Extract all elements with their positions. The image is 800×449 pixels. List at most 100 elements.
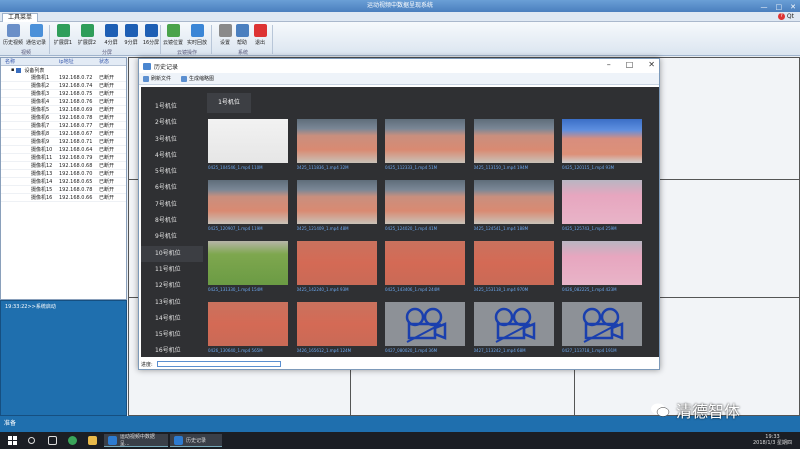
table-row[interactable]: 摄像机14 192.168.0.65 已断开	[1, 178, 126, 186]
table-row[interactable]: 摄像机13 192.168.0.70 已断开	[1, 170, 126, 178]
device-status: 已断开	[99, 91, 115, 97]
video-thumbnail[interactable]: 0425_112333_1.mp4 51M	[385, 119, 465, 170]
taskbar-clock[interactable]: 19:33 2018/1/3 星期四	[753, 434, 792, 446]
thumbnail-caption: 0427_113242_1.mp4 68M	[473, 348, 526, 353]
device-ip: 192.168.0.69	[59, 107, 93, 113]
device-status: 已断开	[99, 99, 115, 105]
table-row[interactable]: 摄像机16 192.168.0.66 已断开	[1, 194, 126, 202]
video-thumbnail[interactable]: 0425_142240_1.mp4 93M	[296, 241, 377, 292]
camera-item[interactable]: 13号机位	[141, 295, 203, 311]
device-name: 摄像机10	[31, 147, 53, 153]
dialog-close-icon[interactable]: ✕	[648, 60, 655, 69]
refresh-files-button[interactable]: 刷新文件	[143, 75, 171, 82]
table-row[interactable]: 摄像机7 192.168.0.77 已断开	[1, 122, 126, 130]
ribbon-button-label: 通信记录	[25, 40, 46, 46]
table-row[interactable]: 摄像机9 192.168.0.71 已断开	[1, 138, 126, 146]
taskbar-pinned-2[interactable]	[84, 434, 101, 447]
table-row[interactable]: 摄像机5 192.168.0.69 已断开	[1, 106, 126, 114]
video-thumbnail[interactable]: 0425_125743_1.mp4 259M	[562, 180, 642, 231]
thumbnail-caption: 0425_120907_1.mp4 119M	[208, 226, 263, 231]
camera-item[interactable]: 8号机位	[141, 213, 203, 229]
table-row[interactable]: 摄像机15 192.168.0.78 已断开	[1, 186, 126, 194]
video-thumbnail[interactable]: 0427_113242_1.mp4 68M	[473, 302, 554, 353]
video-thumbnail[interactable]: 0426_130640_1.mp4 565M	[208, 302, 288, 353]
video-thumbnail[interactable]: 0425_113150_1.mp4 194M	[473, 119, 554, 170]
table-row[interactable]: 摄像机1 192.168.0.72 已断开	[1, 74, 126, 82]
camera-item[interactable]: 10号机位	[141, 245, 203, 262]
video-thumbnail[interactable]: 0425_124541_1.mp4 188M	[473, 180, 554, 231]
table-row[interactable]: 摄像机10 192.168.0.64 已断开	[1, 146, 126, 154]
table-row[interactable]: 摄像机8 192.168.0.67 已断开	[1, 130, 126, 138]
camera-item[interactable]: 6号机位	[141, 180, 203, 196]
camera-item[interactable]: 14号机位	[141, 311, 203, 327]
ribbon-button-3[interactable]: 扩展屏2	[76, 24, 98, 46]
video-thumbnail[interactable]: 0425_124020_1.mp4 41M	[385, 180, 465, 231]
table-row[interactable]: 摄像机3 192.168.0.75 已断开	[1, 90, 126, 98]
table-row[interactable]: 摄像机4 192.168.0.76 已断开	[1, 98, 126, 106]
camera-item[interactable]: 1号机位	[141, 99, 203, 115]
camera-item[interactable]: 3号机位	[141, 132, 203, 148]
video-thumbnail[interactable]: 0425_120115_1.mp4 93M	[562, 119, 642, 170]
camera-item[interactable]: 11号机位	[141, 262, 203, 278]
video-thumbnail[interactable]: 0425_121409_1.mp4 48M	[296, 180, 377, 231]
ribbon-button-5[interactable]: 9分屏	[120, 24, 142, 46]
video-thumbnail[interactable]: 0427_080020_1.mp4 36M	[385, 302, 465, 353]
table-row[interactable]: 摄像机12 192.168.0.68 已断开	[1, 162, 126, 170]
video-thumbnail[interactable]: 0426_165612_1.mp4 124M	[296, 302, 377, 353]
help-button[interactable]: ? Qt	[777, 13, 794, 20]
video-thumbnail[interactable]: 0427_113718_1.mp4 191M	[562, 302, 642, 353]
table-row[interactable]: 摄像机2 192.168.0.74 已断开	[1, 82, 126, 90]
camera-item[interactable]: 7号机位	[141, 197, 203, 213]
generate-thumbnails-button[interactable]: 生成缩略图	[181, 75, 214, 82]
device-status: 已断开	[99, 75, 115, 81]
header-ip[interactable]: ip地址	[59, 58, 99, 65]
dialog-minimize-icon[interactable]: –	[607, 60, 611, 69]
start-button[interactable]	[4, 434, 21, 447]
ribbon-button-4[interactable]: 4分屏	[100, 24, 122, 46]
table-row[interactable]: 摄像机11 192.168.0.79 已断开	[1, 154, 126, 162]
device-status: 已断开	[99, 139, 115, 145]
ribbon-button-2[interactable]: 扩展屏1	[52, 24, 74, 46]
ribbon-button-label: 历史视频	[2, 40, 23, 46]
ribbon-button-icon	[80, 24, 94, 37]
video-thumbnail[interactable]: 0426_082225_1.mp4 423M	[562, 241, 642, 292]
tab-tool-menu[interactable]: 工具菜单	[2, 13, 39, 22]
selected-camera-tab[interactable]: 1号机位	[207, 93, 251, 113]
device-tree-root[interactable]: ▪ 设备列表	[1, 66, 126, 74]
thumbnail-caption: 0425_131330_1.mp4 154M	[208, 287, 263, 292]
history-icon	[143, 62, 151, 70]
device-name: 摄像机13	[31, 171, 53, 177]
ribbon-button-label: 扩展屏1	[53, 40, 73, 46]
ribbon-button-1[interactable]: 通信记录	[25, 24, 47, 46]
camera-item[interactable]: 12号机位	[141, 278, 203, 294]
video-thumbnail[interactable]: 0425_131330_1.mp4 154M	[208, 241, 288, 292]
ribbon-button-8[interactable]: 实时回放	[186, 24, 208, 46]
ribbon-button-6[interactable]: 16分屏	[140, 24, 162, 46]
video-thumbnail[interactable]: 0425_153118_1.mp4 970M	[473, 241, 554, 292]
ribbon-button-0[interactable]: 历史视频	[2, 24, 24, 46]
camera-item[interactable]: 5号机位	[141, 164, 203, 180]
camera-item[interactable]: 15号机位	[141, 327, 203, 343]
camera-item[interactable]: 9号机位	[141, 229, 203, 245]
header-name[interactable]: 名称	[1, 58, 59, 65]
taskbar-pinned-1[interactable]	[64, 434, 81, 447]
camera-item[interactable]: 16号机位	[141, 343, 203, 359]
device-name: 摄像机2	[31, 83, 50, 89]
ribbon-button-7[interactable]: 云镜位置	[162, 24, 184, 46]
task-view-button[interactable]	[44, 434, 61, 447]
camera-item[interactable]: 2号机位	[141, 115, 203, 131]
camera-item[interactable]: 4号机位	[141, 148, 203, 164]
ribbon-button-11[interactable]: 退出	[249, 24, 271, 46]
search-button[interactable]	[24, 434, 39, 447]
video-thumbnail[interactable]: 0425_104546_1.mp4 110M	[208, 119, 288, 170]
header-status[interactable]: 状态	[99, 58, 126, 65]
table-row[interactable]: 摄像机6 192.168.0.78 已断开	[1, 114, 126, 122]
video-thumbnail[interactable]: 0425_120907_1.mp4 119M	[208, 180, 288, 231]
video-thumbnail[interactable]: 0425_143406_1.mp4 244M	[385, 241, 465, 292]
taskbar-app-history[interactable]: 历史记录	[170, 434, 222, 447]
dialog-maximize-icon[interactable]: □	[626, 60, 634, 69]
device-status: 已断开	[99, 163, 115, 169]
device-ip: 192.168.0.70	[59, 171, 93, 177]
video-thumbnail[interactable]: 0425_111836_1.mp4 32M	[296, 119, 377, 170]
taskbar-app-main[interactable]: 运动视频中数据呈...	[104, 434, 168, 447]
